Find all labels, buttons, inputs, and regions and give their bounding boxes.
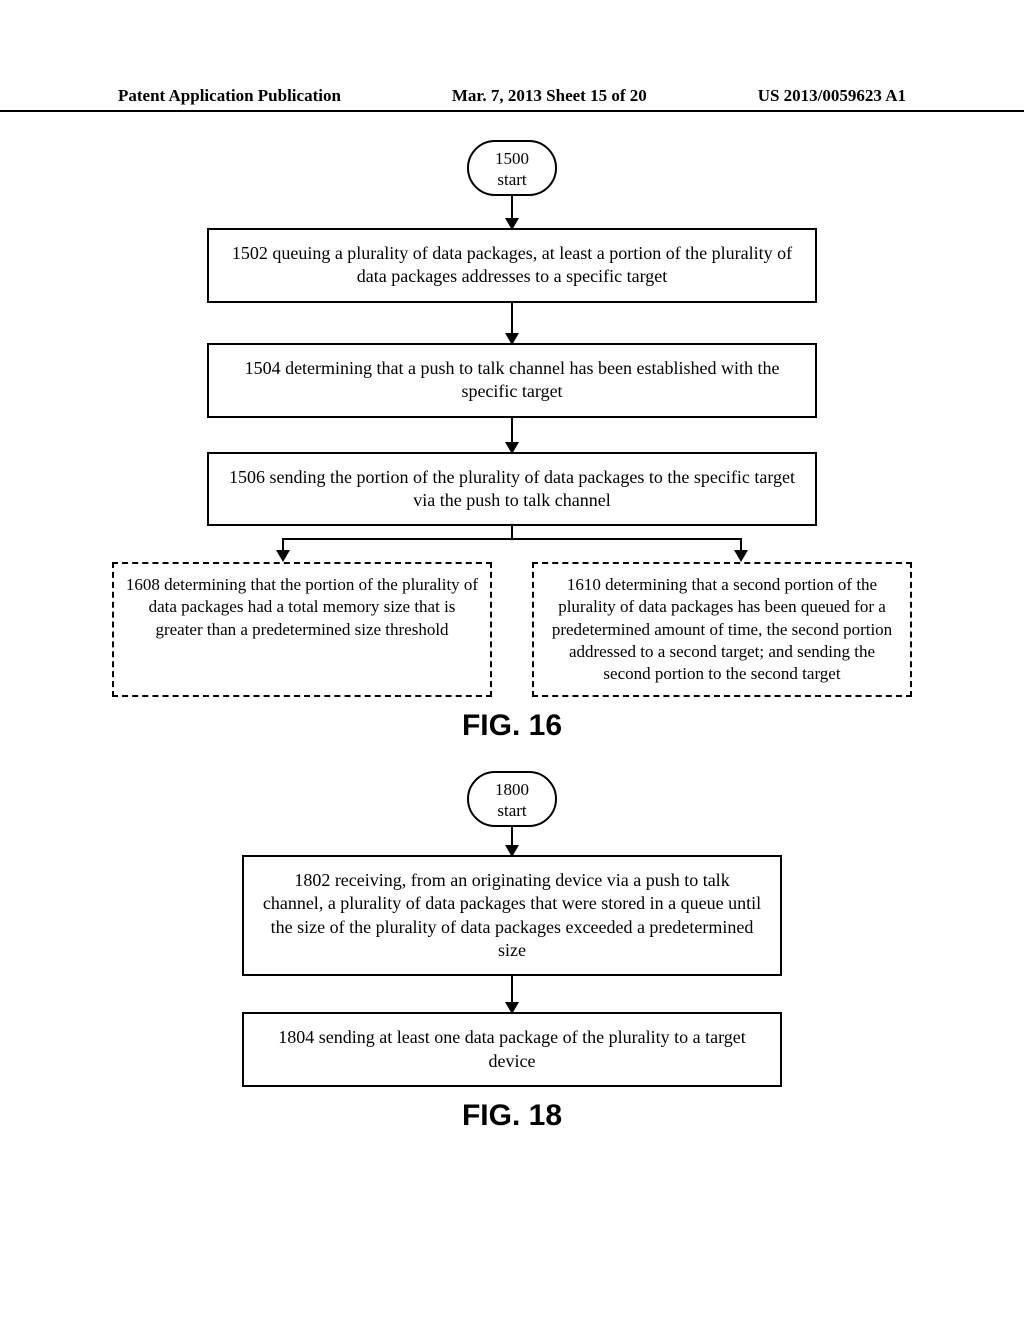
arrow-down-icon (511, 418, 513, 452)
step-1504: 1504 determining that a push to talk cha… (207, 343, 817, 418)
arrow-down-icon (511, 196, 513, 228)
arrow-down-icon (511, 303, 513, 343)
step-text: 1502 queuing a plurality of data package… (232, 243, 792, 286)
arrow-down-icon (511, 827, 513, 855)
figure-label-18: FIG. 18 (162, 1099, 862, 1133)
connector-line (511, 526, 513, 538)
step-text: 1506 sending the portion of the pluralit… (229, 467, 795, 510)
arrow-down-icon (740, 538, 742, 560)
step-text: 1610 determining that a second portion o… (552, 575, 892, 682)
step-text: 1608 determining that the portion of the… (126, 575, 478, 638)
branch-row: 1608 determining that the portion of the… (112, 562, 912, 696)
flowchart-fig18: 1800 start 1802 receiving, from an origi… (162, 771, 862, 1133)
patent-header: Patent Application Publication Mar. 7, 2… (0, 86, 1024, 112)
step-1804: 1804 sending at least one data package o… (242, 1012, 782, 1087)
header-left: Patent Application Publication (118, 86, 341, 106)
page-body: 1500 start 1502 queuing a plurality of d… (0, 140, 1024, 1133)
header-mid: Mar. 7, 2013 Sheet 15 of 20 (452, 86, 647, 106)
step-1502: 1502 queuing a plurality of data package… (207, 228, 817, 303)
arrow-down-icon (282, 538, 284, 560)
arrow-down-icon (511, 976, 513, 1012)
step-1608-dashed: 1608 determining that the portion of the… (112, 562, 492, 696)
header-right: US 2013/0059623 A1 (758, 86, 906, 106)
step-text: 1804 sending at least one data package o… (278, 1027, 746, 1070)
figure-label-16: FIG. 16 (102, 709, 922, 743)
step-text: 1802 receiving, from an originating devi… (263, 870, 761, 960)
branch-connector (112, 526, 912, 562)
start-node-1800: 1800 start (467, 771, 557, 827)
start-label: start (469, 169, 555, 190)
step-1802: 1802 receiving, from an originating devi… (242, 855, 782, 977)
start-num: 1800 (469, 779, 555, 800)
step-text: 1504 determining that a push to talk cha… (245, 358, 780, 401)
start-node-1500: 1500 start (467, 140, 557, 196)
start-num: 1500 (469, 148, 555, 169)
step-1506: 1506 sending the portion of the pluralit… (207, 452, 817, 527)
start-label: start (469, 800, 555, 821)
step-1610-dashed: 1610 determining that a second portion o… (532, 562, 912, 696)
connector-line (282, 538, 742, 540)
flowchart-fig16: 1500 start 1502 queuing a plurality of d… (102, 140, 922, 743)
